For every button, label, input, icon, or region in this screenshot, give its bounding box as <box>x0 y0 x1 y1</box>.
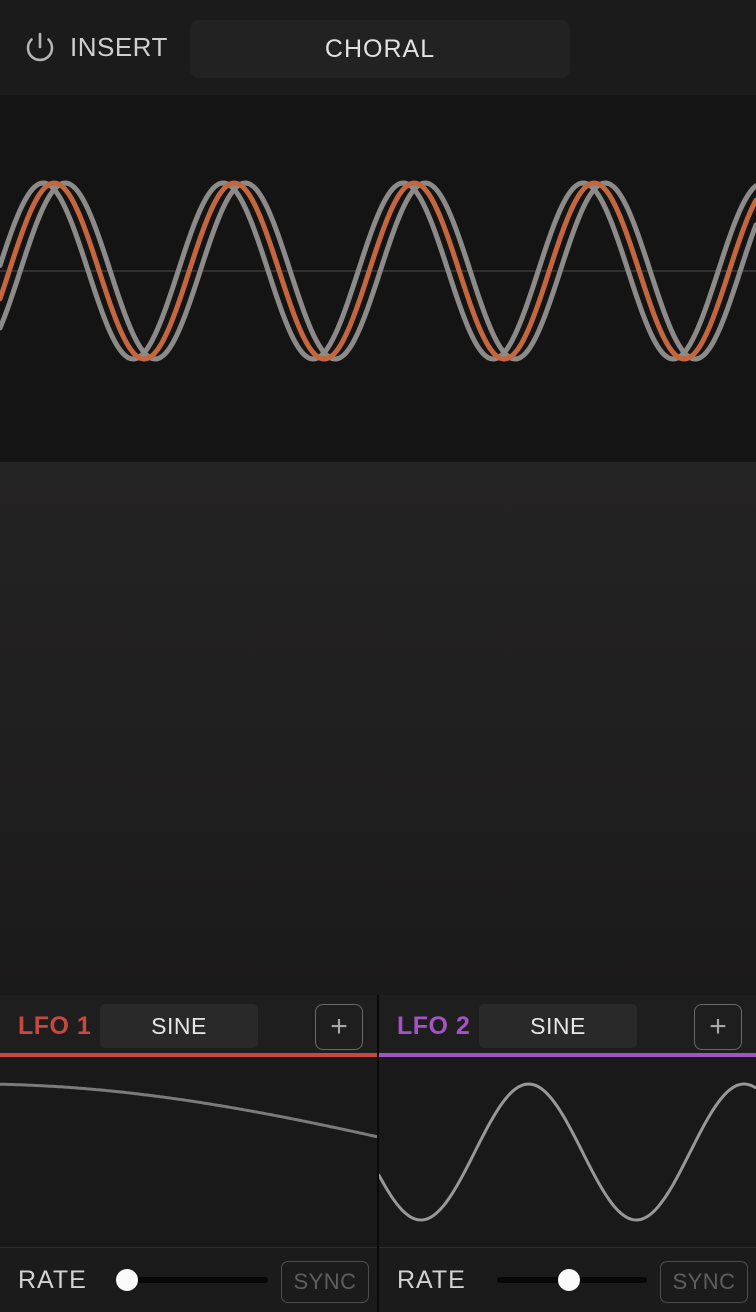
lfo-1-rate-track <box>118 1277 268 1283</box>
lfo-1-footer: RATE SYNC <box>0 1248 377 1312</box>
chorus-effect-plugin: INSERT CHORAL DEPTH RA <box>0 0 756 1312</box>
lfo-1-waveform-display <box>0 1057 377 1247</box>
lfo-2-rate-handle[interactable] <box>558 1269 580 1291</box>
preset-selector-button[interactable]: CHORAL <box>190 20 570 78</box>
lfo-1-shape-selector[interactable]: SINE <box>100 1004 258 1048</box>
lfo-panel-2: LFO 2 SINE + RATE SYNC <box>379 995 756 1312</box>
lfo-section: LFO 1 SINE + RATE SYNC <box>0 995 756 1312</box>
lfo-2-footer: RATE SYNC <box>379 1248 756 1312</box>
lfo-2-rate-label: RATE <box>397 1248 466 1312</box>
lfo-2-sync-button[interactable]: SYNC <box>660 1261 748 1303</box>
lfo-2-add-button[interactable]: + <box>694 1004 742 1050</box>
lfo-1-header: LFO 1 SINE + <box>0 995 377 1057</box>
controls-panel: DEPTH RATE <box>0 462 756 995</box>
lfo-1-rate-label: RATE <box>18 1248 87 1312</box>
lfo-2-title: LFO 2 <box>397 1012 470 1041</box>
chorus-waveform-display <box>0 95 756 462</box>
lfo-1-title: LFO 1 <box>18 1012 91 1041</box>
lfo-2-rate-slider[interactable] <box>497 1248 647 1312</box>
insert-label: INSERT <box>70 0 168 95</box>
power-icon[interactable] <box>18 26 62 70</box>
lfo-1-waveform <box>0 1057 377 1247</box>
lfo-1-rate-handle[interactable] <box>116 1269 138 1291</box>
lfo-panel-1: LFO 1 SINE + RATE SYNC <box>0 995 377 1312</box>
lfo-1-rate-slider[interactable] <box>118 1248 268 1312</box>
lfo-1-sync-button[interactable]: SYNC <box>281 1261 369 1303</box>
chorus-waveform <box>0 95 756 462</box>
lfo-2-shape-selector[interactable]: SINE <box>479 1004 637 1048</box>
lfo-2-waveform <box>379 1057 756 1247</box>
lfo-1-add-button[interactable]: + <box>315 1004 363 1050</box>
lfo-2-header: LFO 2 SINE + <box>379 995 756 1057</box>
plugin-header: INSERT CHORAL <box>0 0 756 96</box>
lfo-2-waveform-display <box>379 1057 756 1247</box>
